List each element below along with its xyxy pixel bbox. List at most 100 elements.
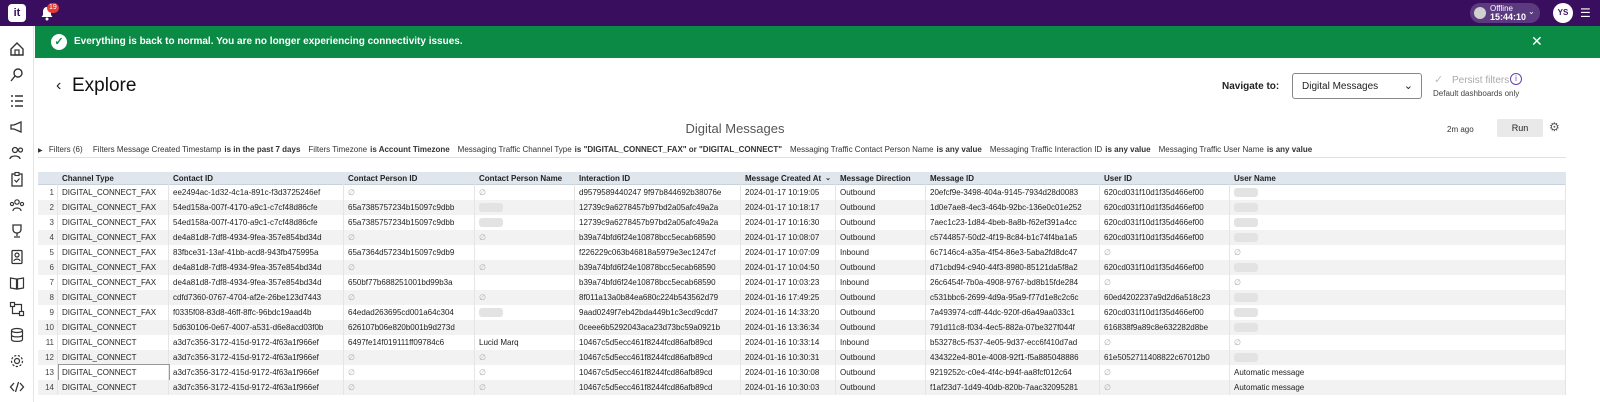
filter-item[interactable]: Messaging Traffic User Name is any value (1159, 145, 1313, 154)
table-cell[interactable]: 616838f9a89c8e632282d8be (1101, 320, 1230, 335)
table-cell[interactable] (476, 245, 575, 260)
table-row[interactable]: 4 DIGITAL_CONNECT_FAX de4a81d8-7df8-4934-9… (38, 230, 1566, 245)
table-cell[interactable] (1231, 260, 1566, 275)
table-cell[interactable]: Inbound (837, 335, 926, 350)
table-cell[interactable]: ee2494ac-1d32-4c1a-891c-f3d3725246ef (170, 185, 344, 200)
table-cell[interactable]: 1d0e7ae8-4ec3-464b-92bc-136e0c01e252 (927, 200, 1100, 215)
table-cell[interactable]: ∅ (476, 365, 575, 380)
table-cell[interactable]: DIGITAL_CONNECT (58, 364, 170, 381)
table-cell[interactable]: Inbound (837, 245, 926, 260)
table-cell[interactable]: Outbound (837, 215, 926, 230)
table-cell[interactable]: 620cd031f10d1f35d466ef00 (1101, 305, 1230, 320)
table-cell[interactable]: ∅ (1231, 275, 1566, 290)
table-cell[interactable]: DIGITAL_CONNECT_FAX (59, 275, 169, 290)
table-cell[interactable]: d71cbd94-c940-44f3-8980-85121da5f8a2 (927, 260, 1100, 275)
table-row[interactable]: 2 DIGITAL_CONNECT_FAX 54ed158a-007f-4170-a… (38, 200, 1566, 215)
trophy-icon[interactable] (9, 223, 25, 239)
filters-summary[interactable]: ▶ Filters (6) Filters Message Created Ti… (38, 145, 1320, 157)
column-header[interactable]: User ID (1101, 172, 1230, 185)
table-cell[interactable]: 9aad0249f7eb42bda449b1c3ecd9cdd7 (576, 305, 741, 320)
filter-item[interactable]: Messaging Traffic Interaction ID is any v… (990, 145, 1151, 154)
table-cell[interactable]: 0ceee6b5292043aca23d73bc59a0921b (576, 320, 741, 335)
table-cell[interactable]: ∅ (345, 260, 475, 275)
table-cell[interactable]: Outbound (837, 305, 926, 320)
table-row[interactable]: 3 DIGITAL_CONNECT_FAX 54ed158a-007f-4170-a… (38, 215, 1566, 230)
table-cell[interactable]: 26c6454f-7b0a-4908-9767-bd8b15fde284 (927, 275, 1100, 290)
home-icon[interactable] (9, 41, 25, 57)
table-cell[interactable]: ∅ (476, 260, 575, 275)
contact-card-icon[interactable] (9, 249, 25, 265)
table-cell[interactable] (1231, 350, 1566, 365)
table-row[interactable]: 11 DIGITAL_CONNECT a3d7c356-3172-415d-9172… (38, 335, 1566, 350)
table-row[interactable]: 7 DIGITAL_CONNECT_FAX de4a81d8-7df8-4934-9… (38, 275, 1566, 290)
filter-item[interactable]: Filters Timezone is Account Timezone (308, 145, 449, 154)
table-cell[interactable]: 2024-01-16 10:30:31 (742, 350, 836, 365)
table-cell[interactable]: ∅ (1101, 365, 1230, 380)
table-cell[interactable] (1231, 290, 1566, 305)
column-header[interactable]: Interaction ID (576, 172, 741, 185)
table-cell[interactable] (1231, 230, 1566, 245)
sort-desc-icon[interactable]: ⌄ (825, 172, 831, 185)
table-row[interactable]: 14 DIGITAL_CONNECT a3d7c356-3172-415d-9172… (38, 380, 1566, 395)
table-cell[interactable]: 2024-01-17 10:07:09 (742, 245, 836, 260)
table-cell[interactable]: 83fbce31-13af-41bb-acd8-943fb475995a (170, 245, 344, 260)
table-cell[interactable]: ∅ (345, 380, 475, 395)
table-cell[interactable]: DIGITAL_CONNECT_FAX (59, 200, 169, 215)
table-cell[interactable]: 12739c9a6278457b97bd2a05afc49a2a (576, 200, 741, 215)
table-cell[interactable]: Outbound (837, 230, 926, 245)
list-icon[interactable] (9, 93, 25, 109)
table-cell[interactable]: DIGITAL_CONNECT_FAX (59, 305, 169, 320)
table-cell[interactable]: DIGITAL_CONNECT_FAX (59, 230, 169, 245)
close-icon[interactable]: ✕ (1531, 33, 1543, 50)
table-cell[interactable]: ∅ (345, 350, 475, 365)
table-cell[interactable]: 65a7364d57234b15097c9db9 (345, 245, 475, 260)
table-row[interactable]: 10 DIGITAL_CONNECT 5d630106-0e67-4007-a531… (38, 320, 1566, 335)
table-cell[interactable]: ∅ (345, 365, 475, 380)
table-cell[interactable]: a3d7c356-3172-415d-9172-4f63a1f966ef (170, 380, 344, 395)
table-cell[interactable]: 64edad263695cd001a64c304 (345, 305, 475, 320)
table-cell[interactable]: 54ed158a-007f-4170-a9c1-c7cf48d86cfe (170, 200, 344, 215)
table-cell[interactable]: 2024-01-16 10:30:03 (742, 380, 836, 395)
table-cell[interactable]: 5d630106-0e67-4007-a531-d6e8acd03f0b (170, 320, 344, 335)
table-cell[interactable]: 10467c5d5ecc461f8244fcd86afb89cd (576, 365, 741, 380)
table-cell[interactable]: 20efcf9e-3498-404a-9145-7934d28d0083 (927, 185, 1100, 200)
explore-icon[interactable] (9, 67, 25, 83)
table-cell[interactable]: 2024-01-17 10:03:23 (742, 275, 836, 290)
table-cell[interactable] (476, 200, 575, 215)
book-icon[interactable] (9, 275, 25, 291)
table-cell[interactable]: 7aec1c23-1d84-4beb-8a8b-f62ef391a4cc (927, 215, 1100, 230)
column-header[interactable]: Contact Person Name (476, 172, 575, 185)
table-cell[interactable]: b39a74bfd6f24e10878bcc5ecab68590 (576, 260, 741, 275)
table-cell[interactable]: DIGITAL_CONNECT (59, 380, 169, 395)
table-cell[interactable]: de4a81d8-7df8-4934-9fea-357e854bd34d (170, 260, 344, 275)
table-cell[interactable]: f226229c063b46818a5979e3ec1247cf (576, 245, 741, 260)
table-cell[interactable]: ∅ (476, 350, 575, 365)
table-row[interactable]: 12 DIGITAL_CONNECT a3d7c356-3172-415d-9172… (38, 350, 1566, 365)
table-cell[interactable]: 791d11c8-f034-4ec5-882a-07be327f044f (927, 320, 1100, 335)
table-cell[interactable]: Outbound (837, 290, 926, 305)
table-cell[interactable]: c531bbc6-2699-4d9a-95a9-f77d1e8c2c6c (927, 290, 1100, 305)
table-row[interactable]: 9 DIGITAL_CONNECT_FAX f0335f08-83d8-46ff-8… (38, 305, 1566, 320)
table-cell[interactable]: 2024-01-16 17:49:25 (742, 290, 836, 305)
table-cell[interactable]: DIGITAL_CONNECT_FAX (59, 260, 169, 275)
table-cell[interactable]: 10467c5d5ecc461f8244fcd86afb89cd (576, 350, 741, 365)
table-row[interactable]: 1 DIGITAL_CONNECT_FAX ee2494ac-1d32-4c1a-8… (38, 185, 1566, 200)
table-cell[interactable] (476, 305, 575, 320)
table-cell[interactable]: 9219252c-c0e4-4f4c-b94f-aa8fcf012c64 (927, 365, 1100, 380)
table-cell[interactable]: ∅ (476, 380, 575, 395)
table-cell[interactable]: Outbound (837, 200, 926, 215)
team-icon[interactable] (9, 197, 25, 213)
table-cell[interactable]: a3d7c356-3172-415d-9172-4f63a1f966ef (170, 350, 344, 365)
table-cell[interactable]: 620cd031f10d1f35d466ef00 (1101, 200, 1230, 215)
table-cell[interactable] (476, 320, 575, 335)
column-header[interactable]: User Name (1231, 172, 1566, 185)
table-row[interactable]: 13 DIGITAL_CONNECT a3d7c356-3172-415d-9172… (38, 364, 1566, 381)
table-cell[interactable]: 650bf77b688251001bd99b3a (345, 275, 475, 290)
table-cell[interactable] (1231, 185, 1566, 200)
table-cell[interactable]: ∅ (345, 230, 475, 245)
navigate-select[interactable]: Digital Messages ⌄ (1292, 73, 1422, 99)
clipboard-icon[interactable] (9, 171, 25, 187)
table-cell[interactable] (1231, 320, 1566, 335)
users-icon[interactable] (9, 145, 25, 161)
table-cell[interactable]: 2024-01-17 10:08:07 (742, 230, 836, 245)
